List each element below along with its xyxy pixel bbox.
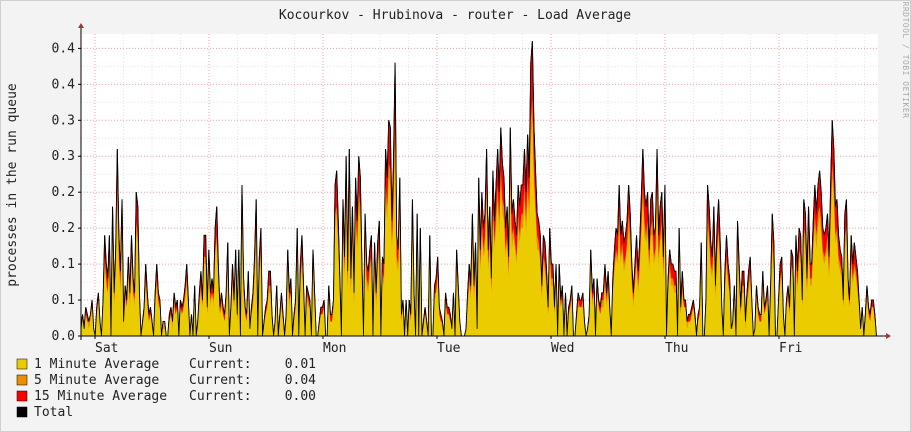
legend-label: Total — [34, 405, 73, 420]
legend-label: 5 Minute Average — [34, 373, 159, 388]
x-tick-label: Sun — [209, 341, 232, 356]
legend-current-value: 0.01 — [285, 357, 316, 372]
y-axis-label: processes in the run queue — [5, 83, 20, 287]
x-tick-label: Mon — [323, 341, 346, 356]
legend-current-label: Current: — [189, 357, 252, 372]
y-tick-label: 0.3 — [52, 149, 75, 164]
y-tick-label: 0.0 — [52, 329, 75, 344]
x-tick-label: Wed — [551, 341, 574, 356]
y-tick-label: 0.2 — [52, 221, 75, 236]
rrdtool-credit: RRDTOOL / TOBI OETIKER — [901, 2, 910, 119]
x-tick-label: Thu — [665, 341, 688, 356]
legend-current-value: 0.04 — [285, 373, 316, 388]
x-tick-label: Fri — [779, 341, 802, 356]
y-tick-label: 0.1 — [52, 293, 75, 308]
legend-current-label: Current: — [189, 389, 252, 404]
legend-current-value: 0.00 — [285, 389, 316, 404]
legend-swatch — [16, 406, 28, 418]
y-tick-label: 0.3 — [52, 113, 75, 128]
x-tick-label: Tue — [437, 341, 461, 356]
x-tick-label: Sat — [95, 341, 118, 356]
legend-swatch — [16, 390, 28, 402]
y-tick-label: 0.4 — [52, 77, 76, 92]
chart-title: Kocourkov - Hrubinova - router - Load Av… — [279, 8, 631, 23]
legend-swatch — [16, 374, 28, 386]
load-average-chart: 0.0 0.1 0.1 0.2 0.2 0.3 0.3 0.4 0.4 Sat Sun Mon Tue… — [0, 0, 911, 432]
y-tick-label: 0.4 — [52, 41, 76, 56]
y-tick-label: 0.1 — [52, 257, 75, 272]
legend-swatch — [16, 358, 28, 370]
y-tick-label: 0.2 — [52, 185, 75, 200]
legend-label: 15 Minute Average — [34, 389, 167, 404]
legend-label: 1 Minute Average — [34, 357, 159, 372]
legend-current-label: Current: — [189, 373, 252, 388]
